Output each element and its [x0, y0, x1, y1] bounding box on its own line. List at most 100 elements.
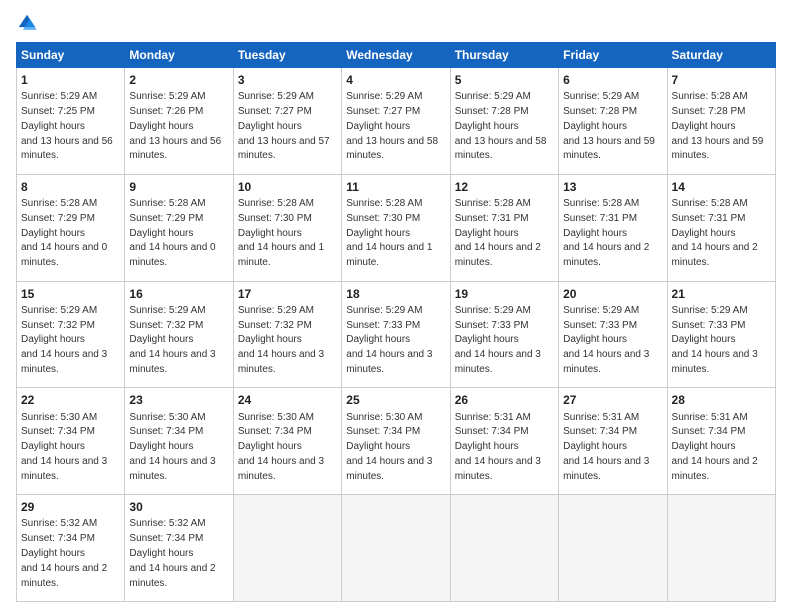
calendar-cell: 14 Sunrise: 5:28 AM Sunset: 7:31 PM Dayl… [667, 174, 775, 281]
cell-sunrise: Sunrise: 5:30 AM [129, 412, 205, 423]
calendar-cell: 6 Sunrise: 5:29 AM Sunset: 7:28 PM Dayli… [559, 68, 667, 175]
cell-daylight-value: and 13 hours and 59 minutes. [672, 136, 764, 162]
cell-sunset: Sunset: 7:32 PM [129, 320, 203, 331]
cell-sunset: Sunset: 7:31 PM [455, 213, 529, 224]
cell-sunrise: Sunrise: 5:29 AM [129, 305, 205, 316]
cell-sunrise: Sunrise: 5:29 AM [238, 91, 314, 102]
col-header-sunday: Sunday [17, 43, 125, 68]
cell-daylight-label: Daylight hours [21, 121, 85, 132]
col-header-saturday: Saturday [667, 43, 775, 68]
calendar-cell: 29 Sunrise: 5:32 AM Sunset: 7:34 PM Dayl… [17, 495, 125, 602]
calendar-cell: 5 Sunrise: 5:29 AM Sunset: 7:28 PM Dayli… [450, 68, 558, 175]
page: SundayMondayTuesdayWednesdayThursdayFrid… [0, 0, 792, 612]
cell-sunset: Sunset: 7:28 PM [455, 106, 529, 117]
cell-daylight-value: and 14 hours and 3 minutes. [672, 349, 758, 375]
calendar-body: 1 Sunrise: 5:29 AM Sunset: 7:25 PM Dayli… [17, 68, 776, 602]
cell-daylight-label: Daylight hours [346, 441, 410, 452]
cell-sunrise: Sunrise: 5:29 AM [21, 305, 97, 316]
day-number: 27 [563, 392, 662, 408]
cell-daylight-label: Daylight hours [238, 228, 302, 239]
cell-sunrise: Sunrise: 5:30 AM [346, 412, 422, 423]
cell-daylight-value: and 14 hours and 3 minutes. [21, 456, 107, 482]
calendar-cell: 7 Sunrise: 5:28 AM Sunset: 7:28 PM Dayli… [667, 68, 775, 175]
cell-sunrise: Sunrise: 5:29 AM [129, 91, 205, 102]
calendar-cell [450, 495, 558, 602]
week-row-3: 15 Sunrise: 5:29 AM Sunset: 7:32 PM Dayl… [17, 281, 776, 388]
cell-daylight-value: and 14 hours and 3 minutes. [129, 349, 215, 375]
cell-daylight-value: and 14 hours and 0 minutes. [129, 242, 215, 268]
calendar-cell [559, 495, 667, 602]
cell-sunset: Sunset: 7:34 PM [563, 426, 637, 437]
day-number: 11 [346, 179, 445, 195]
cell-daylight-label: Daylight hours [672, 228, 736, 239]
day-number: 2 [129, 72, 228, 88]
cell-daylight-value: and 13 hours and 58 minutes. [455, 136, 547, 162]
calendar-cell: 13 Sunrise: 5:28 AM Sunset: 7:31 PM Dayl… [559, 174, 667, 281]
cell-sunrise: Sunrise: 5:29 AM [563, 91, 639, 102]
cell-sunrise: Sunrise: 5:28 AM [563, 198, 639, 209]
cell-sunset: Sunset: 7:30 PM [346, 213, 420, 224]
calendar-table: SundayMondayTuesdayWednesdayThursdayFrid… [16, 42, 776, 602]
logo [16, 12, 42, 34]
cell-daylight-value: and 13 hours and 56 minutes. [129, 136, 221, 162]
day-number: 23 [129, 392, 228, 408]
cell-daylight-label: Daylight hours [21, 334, 85, 345]
cell-daylight-value: and 14 hours and 2 minutes. [672, 242, 758, 268]
calendar-cell: 25 Sunrise: 5:30 AM Sunset: 7:34 PM Dayl… [342, 388, 450, 495]
day-number: 8 [21, 179, 120, 195]
cell-daylight-label: Daylight hours [346, 334, 410, 345]
calendar-cell: 23 Sunrise: 5:30 AM Sunset: 7:34 PM Dayl… [125, 388, 233, 495]
col-header-friday: Friday [559, 43, 667, 68]
cell-daylight-label: Daylight hours [129, 228, 193, 239]
cell-daylight-value: and 14 hours and 2 minutes. [21, 563, 107, 589]
cell-daylight-label: Daylight hours [346, 121, 410, 132]
day-number: 6 [563, 72, 662, 88]
cell-sunrise: Sunrise: 5:29 AM [672, 305, 748, 316]
cell-sunset: Sunset: 7:27 PM [346, 106, 420, 117]
calendar-cell: 11 Sunrise: 5:28 AM Sunset: 7:30 PM Dayl… [342, 174, 450, 281]
calendar-cell: 21 Sunrise: 5:29 AM Sunset: 7:33 PM Dayl… [667, 281, 775, 388]
day-number: 21 [672, 286, 771, 302]
day-number: 28 [672, 392, 771, 408]
day-number: 29 [21, 499, 120, 515]
cell-sunrise: Sunrise: 5:28 AM [238, 198, 314, 209]
calendar-cell: 2 Sunrise: 5:29 AM Sunset: 7:26 PM Dayli… [125, 68, 233, 175]
cell-sunrise: Sunrise: 5:29 AM [455, 91, 531, 102]
cell-sunset: Sunset: 7:31 PM [672, 213, 746, 224]
cell-sunset: Sunset: 7:33 PM [455, 320, 529, 331]
cell-daylight-value: and 14 hours and 3 minutes. [563, 349, 649, 375]
day-number: 5 [455, 72, 554, 88]
calendar-cell: 4 Sunrise: 5:29 AM Sunset: 7:27 PM Dayli… [342, 68, 450, 175]
col-header-tuesday: Tuesday [233, 43, 341, 68]
day-number: 4 [346, 72, 445, 88]
cell-daylight-value: and 14 hours and 3 minutes. [21, 349, 107, 375]
cell-daylight-value: and 14 hours and 3 minutes. [238, 456, 324, 482]
cell-daylight-value: and 14 hours and 1 minute. [238, 242, 324, 268]
week-row-2: 8 Sunrise: 5:28 AM Sunset: 7:29 PM Dayli… [17, 174, 776, 281]
calendar-cell [342, 495, 450, 602]
cell-daylight-label: Daylight hours [21, 548, 85, 559]
cell-sunset: Sunset: 7:34 PM [21, 533, 95, 544]
cell-sunset: Sunset: 7:34 PM [129, 533, 203, 544]
calendar-cell: 9 Sunrise: 5:28 AM Sunset: 7:29 PM Dayli… [125, 174, 233, 281]
day-number: 7 [672, 72, 771, 88]
calendar-cell: 17 Sunrise: 5:29 AM Sunset: 7:32 PM Dayl… [233, 281, 341, 388]
col-header-wednesday: Wednesday [342, 43, 450, 68]
cell-sunrise: Sunrise: 5:29 AM [563, 305, 639, 316]
calendar-cell: 20 Sunrise: 5:29 AM Sunset: 7:33 PM Dayl… [559, 281, 667, 388]
calendar-cell: 3 Sunrise: 5:29 AM Sunset: 7:27 PM Dayli… [233, 68, 341, 175]
cell-sunset: Sunset: 7:34 PM [672, 426, 746, 437]
cell-daylight-value: and 14 hours and 3 minutes. [129, 456, 215, 482]
cell-sunrise: Sunrise: 5:31 AM [455, 412, 531, 423]
day-number: 17 [238, 286, 337, 302]
cell-sunset: Sunset: 7:34 PM [346, 426, 420, 437]
header-row: SundayMondayTuesdayWednesdayThursdayFrid… [17, 43, 776, 68]
cell-daylight-label: Daylight hours [238, 441, 302, 452]
cell-sunset: Sunset: 7:34 PM [238, 426, 312, 437]
logo-icon [16, 12, 38, 34]
cell-daylight-label: Daylight hours [346, 228, 410, 239]
cell-sunset: Sunset: 7:34 PM [129, 426, 203, 437]
day-number: 13 [563, 179, 662, 195]
calendar-cell: 28 Sunrise: 5:31 AM Sunset: 7:34 PM Dayl… [667, 388, 775, 495]
cell-daylight-value: and 13 hours and 59 minutes. [563, 136, 655, 162]
